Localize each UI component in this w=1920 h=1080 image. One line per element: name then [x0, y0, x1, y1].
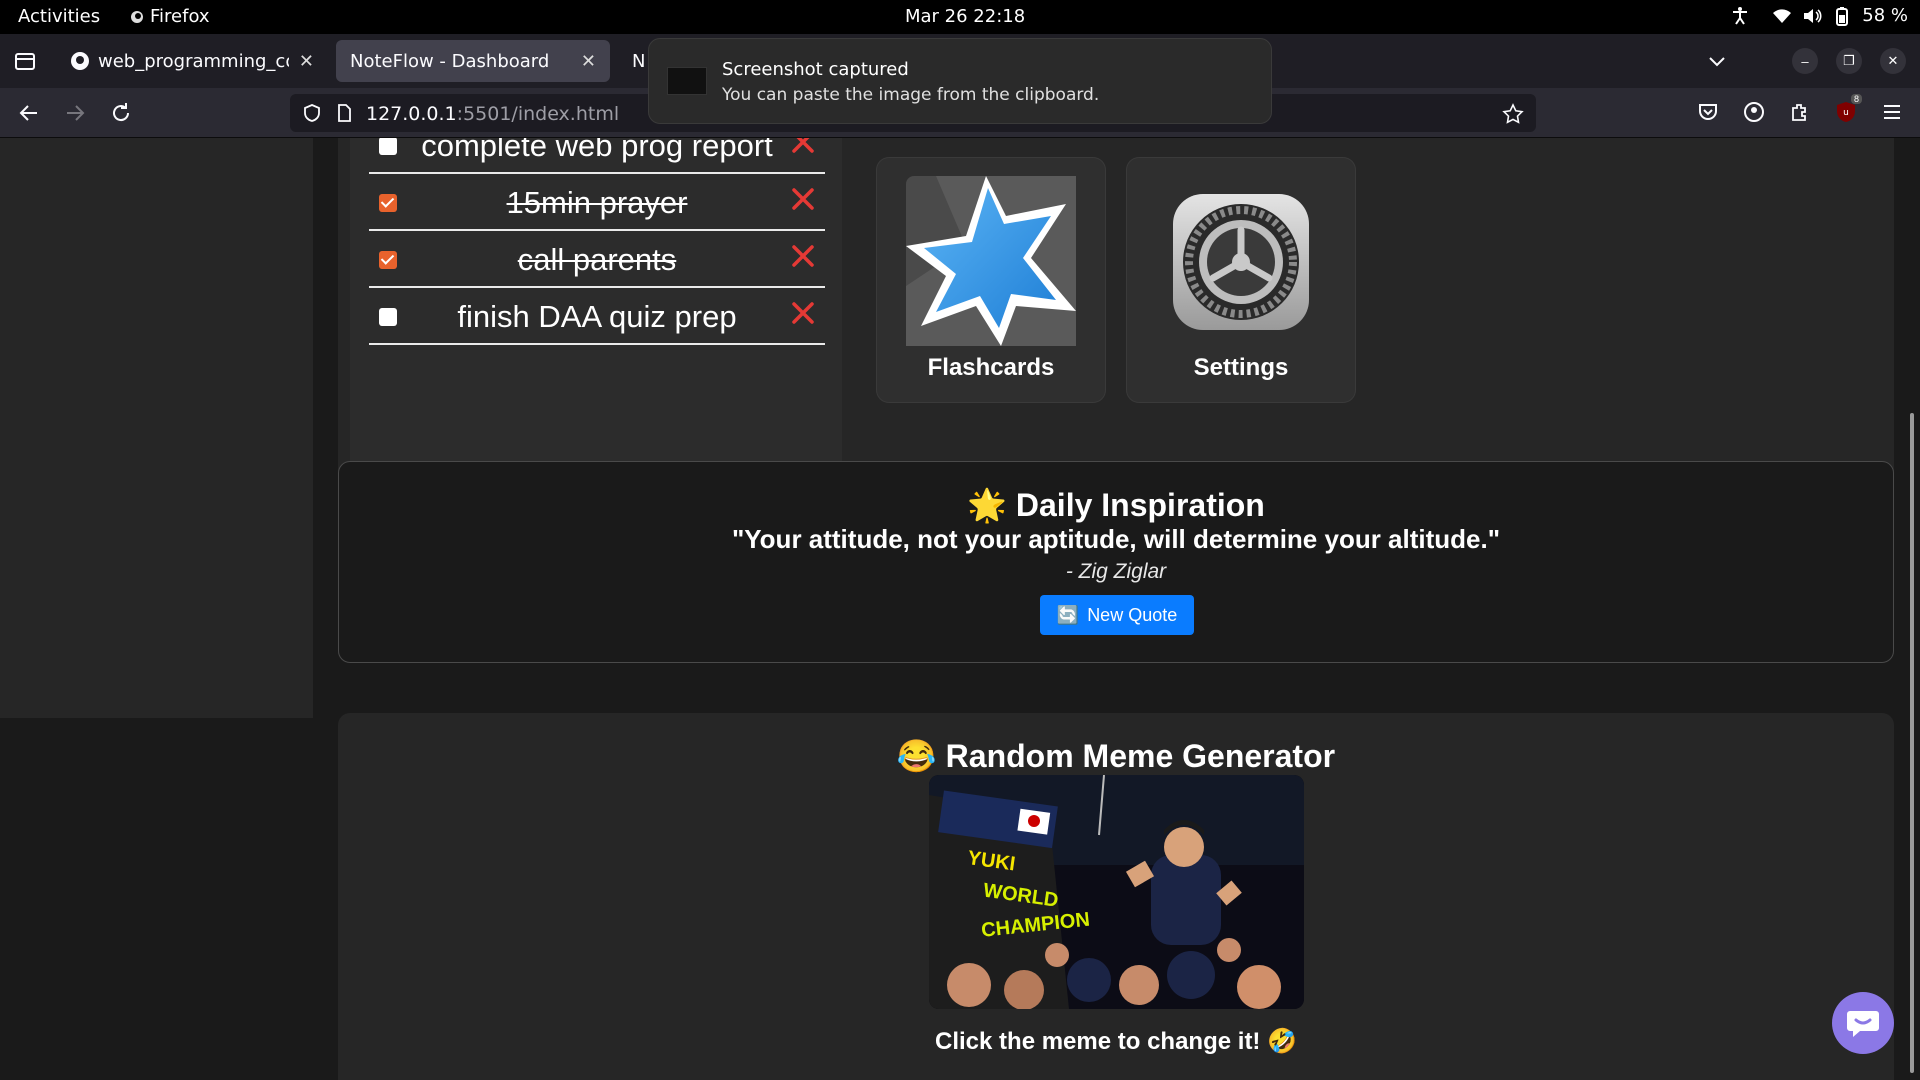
chat-bubble-icon [1847, 1011, 1879, 1037]
flashcards-icon [906, 176, 1076, 346]
hamburger-menu-icon[interactable] [1880, 100, 1904, 124]
flashcards-tile[interactable]: Flashcards [877, 158, 1105, 402]
new-quote-button[interactable]: 🔄 New Quote [1040, 595, 1194, 635]
meme-heading-text: Random Meme Generator [945, 738, 1336, 774]
svg-text:u: u [1843, 108, 1849, 118]
tab-noteflow[interactable]: NoteFlow - Dashboard ✕ [336, 40, 610, 82]
page-scrollbar[interactable] [1910, 413, 1914, 1073]
quote-text: "Your attitude, not your aptitude, will … [731, 524, 1501, 554]
forward-icon[interactable] [62, 100, 88, 126]
star-icon: 🌟 [967, 487, 1007, 523]
tab-title: web_programming_code [98, 50, 289, 72]
delete-icon[interactable] [789, 185, 817, 213]
window-controls: – ❐ ✕ [1792, 48, 1906, 74]
todo-text: 15min prayer [506, 185, 688, 220]
todo-item: finish DAA quiz prep [369, 289, 825, 345]
page-info-icon[interactable] [334, 103, 354, 123]
url-host: 127.0.0.1 [366, 103, 457, 125]
inspiration-heading: 🌟 Daily Inspiration [339, 486, 1893, 524]
settings-label: Settings [1193, 354, 1289, 381]
laughing-emoji-icon: 😂 [896, 738, 937, 774]
close-tab-icon[interactable]: ✕ [581, 51, 596, 72]
meme-photo: YUKI WORLD CHAMPION [929, 775, 1304, 1009]
delete-icon[interactable] [789, 138, 817, 156]
accessibility-icon [1733, 6, 1748, 25]
delete-icon[interactable] [789, 299, 817, 327]
tracking-protection-icon[interactable] [302, 103, 322, 123]
bookmark-star-icon[interactable] [1502, 103, 1524, 125]
screen: Activities Firefox Mar 26 22:18 58 % web… [0, 0, 1920, 1080]
battery-percent: 58 % [1862, 5, 1908, 26]
notification-title: Screenshot captured [722, 59, 909, 80]
close-window-button[interactable]: ✕ [1880, 48, 1906, 74]
settings-tile[interactable]: Settings [1127, 158, 1355, 402]
delete-icon[interactable] [789, 242, 817, 270]
meme-heading: 😂 Random Meme Generator [338, 737, 1894, 775]
refresh-icon: 🔄 [1056, 604, 1080, 625]
activities-button[interactable]: Activities [18, 6, 100, 27]
battery-icon [1836, 6, 1849, 26]
notification-body: You can paste the image from the clipboa… [722, 85, 1100, 105]
app-name: Firefox [150, 6, 210, 27]
todo-text: finish DAA quiz prep [457, 299, 737, 334]
chat-button[interactable] [1832, 992, 1894, 1054]
firefox-icon [131, 10, 143, 23]
extension-badge-count: 8 [1850, 94, 1862, 104]
new-quote-label: New Quote [1087, 604, 1178, 625]
todo-checkbox[interactable] [379, 138, 397, 155]
todo-item: 15min prayer [369, 175, 825, 231]
daily-inspiration-card: 🌟 Daily Inspiration "Your attitude, not … [338, 461, 1894, 663]
todo-checkbox[interactable] [379, 308, 397, 326]
todo-item: call parents [369, 232, 825, 288]
meme-generator-card: 😂 Random Meme Generator YUKI WORLD CHAMP… [338, 713, 1894, 1080]
system-top-bar: Activities Firefox Mar 26 22:18 58 % [0, 0, 1920, 34]
close-tab-icon[interactable]: ✕ [299, 51, 314, 72]
ublock-extension[interactable]: u 8 [1834, 94, 1862, 129]
screenshot-notification[interactable]: Screenshot captured You can paste the im… [648, 38, 1272, 124]
account-icon[interactable] [1742, 100, 1766, 124]
sidebar [0, 138, 313, 718]
tab-title: NoteFlow - Dashboard [350, 50, 550, 72]
list-all-tabs-icon[interactable] [1704, 48, 1730, 74]
todo-text: complete web prog report [421, 138, 773, 163]
firefox-view-icon[interactable] [12, 48, 38, 74]
extensions-icon[interactable] [1788, 100, 1812, 124]
page-viewport: complete web prog report 15min prayer ca… [0, 138, 1920, 1080]
volume-icon [1804, 8, 1822, 23]
meme-image[interactable]: YUKI WORLD CHAMPION [929, 775, 1304, 1009]
flashcards-label: Flashcards [927, 354, 1055, 381]
todo-checkbox[interactable] [379, 251, 397, 269]
app-menu[interactable]: Firefox [130, 6, 210, 27]
todo-checkbox[interactable] [379, 194, 397, 212]
tab-github[interactable]: web_programming_code ✕ [56, 40, 328, 82]
clock[interactable]: Mar 26 22:18 [905, 6, 1025, 27]
back-icon[interactable] [16, 100, 42, 126]
url-text[interactable]: 127.0.0.1:5501/index.html [366, 103, 619, 125]
minimize-button[interactable]: – [1792, 48, 1818, 74]
quote-author: - Zig Ziglar [1065, 560, 1167, 583]
meme-caption: Click the meme to change it! 🤣 [935, 1028, 1297, 1055]
github-icon [71, 52, 89, 70]
toolbar-icons: u 8 [1696, 94, 1904, 129]
screenshot-thumbnail [667, 67, 707, 95]
pocket-icon[interactable] [1696, 100, 1720, 124]
maximize-button[interactable]: ❐ [1836, 48, 1862, 74]
url-path: :5501/index.html [456, 103, 620, 125]
todo-text: call parents [517, 242, 677, 277]
reload-icon[interactable] [108, 100, 134, 126]
inspiration-heading-text: Daily Inspiration [1015, 487, 1265, 523]
system-tray[interactable]: 58 % [1730, 5, 1908, 26]
settings-gear-icon [1173, 194, 1309, 330]
todo-item: complete web prog report [369, 138, 825, 174]
wifi-icon [1773, 8, 1792, 23]
tab-title: N [632, 50, 646, 72]
